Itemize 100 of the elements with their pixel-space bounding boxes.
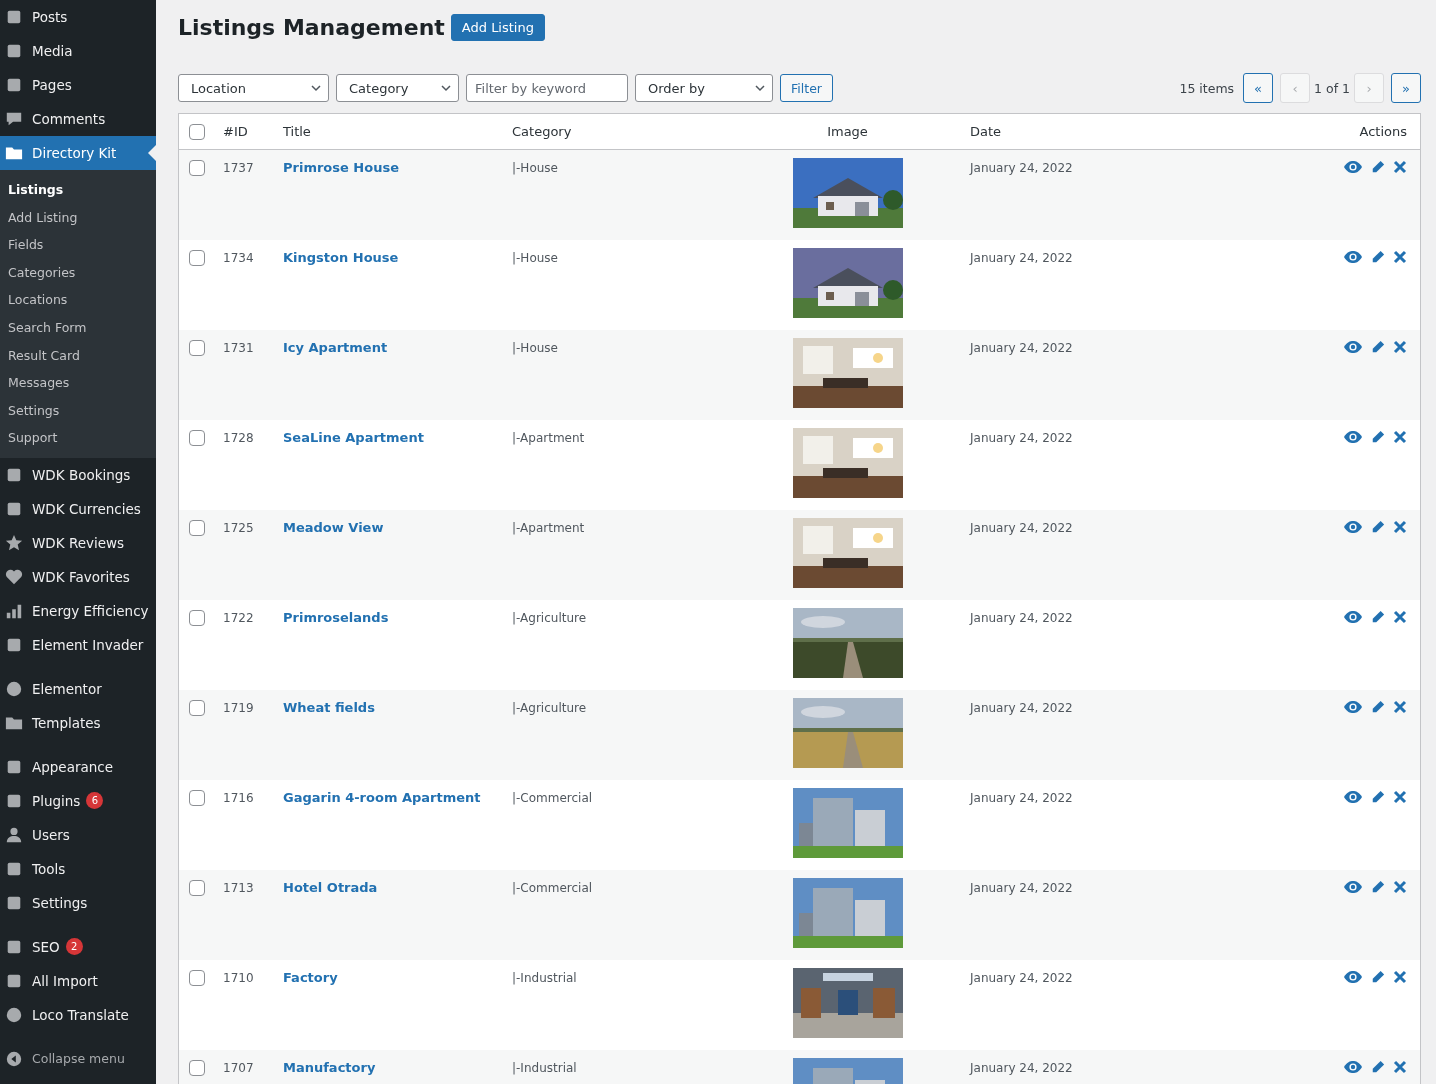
view-icon[interactable] bbox=[1343, 430, 1363, 444]
row-checkbox[interactable] bbox=[189, 250, 205, 266]
submenu-item[interactable]: Settings bbox=[0, 396, 156, 425]
delete-icon[interactable] bbox=[1393, 520, 1407, 534]
submenu-item[interactable]: Categories bbox=[0, 258, 156, 287]
page-button[interactable]: « bbox=[1243, 73, 1274, 103]
menu-item[interactable]: Posts bbox=[0, 0, 156, 34]
delete-icon[interactable] bbox=[1393, 430, 1407, 444]
delete-icon[interactable] bbox=[1393, 1060, 1407, 1074]
table-cell: 1725 bbox=[223, 521, 254, 535]
submenu-item[interactable]: Support bbox=[0, 424, 156, 452]
edit-icon[interactable] bbox=[1371, 790, 1385, 804]
menu-item[interactable]: WDK Currencies bbox=[0, 491, 156, 526]
menu-item[interactable]: WDK Bookings bbox=[0, 457, 156, 492]
listing-title-link[interactable]: Manufactory bbox=[283, 1060, 376, 1075]
menu-item[interactable]: SEO 2 bbox=[0, 919, 156, 964]
view-icon[interactable] bbox=[1343, 160, 1363, 174]
row-checkbox[interactable] bbox=[189, 610, 205, 626]
edit-icon[interactable] bbox=[1371, 250, 1385, 264]
row-checkbox[interactable] bbox=[189, 880, 205, 896]
delete-icon[interactable] bbox=[1393, 970, 1407, 984]
submenu-item[interactable]: Add Listing bbox=[0, 203, 156, 232]
row-checkbox[interactable] bbox=[189, 970, 205, 986]
edit-icon[interactable] bbox=[1371, 430, 1385, 444]
view-icon[interactable] bbox=[1343, 880, 1363, 894]
listing-title-link[interactable]: SeaLine Apartment bbox=[283, 430, 424, 445]
row-checkbox[interactable] bbox=[189, 700, 205, 716]
notification-count: 2 bbox=[65, 938, 83, 956]
view-icon[interactable] bbox=[1343, 790, 1363, 804]
submenu-item[interactable]: Search Form bbox=[0, 313, 156, 342]
edit-icon[interactable] bbox=[1371, 160, 1385, 174]
listing-title-link[interactable]: Hotel Otrada bbox=[283, 880, 378, 895]
listing-title-link[interactable]: Factory bbox=[283, 970, 338, 985]
row-checkbox[interactable] bbox=[189, 340, 205, 356]
location-select[interactable]: Location bbox=[178, 74, 329, 102]
edit-icon[interactable] bbox=[1371, 970, 1385, 984]
submenu-item[interactable]: Locations bbox=[0, 286, 156, 314]
listing-title-link[interactable]: Primrose House bbox=[283, 160, 399, 175]
menu-item[interactable]: Tools bbox=[0, 851, 156, 886]
menu-item[interactable]: Media bbox=[0, 34, 156, 68]
listing-title-link[interactable]: Wheat fields bbox=[283, 700, 375, 715]
delete-icon[interactable] bbox=[1393, 700, 1407, 714]
menu-item[interactable]: WDK Favorites bbox=[0, 559, 156, 594]
menu-item[interactable]: Energy Efficiency bbox=[0, 593, 156, 628]
add-listing-button[interactable]: Add Listing bbox=[450, 14, 545, 41]
delete-icon[interactable] bbox=[1393, 250, 1407, 264]
view-icon[interactable] bbox=[1343, 1060, 1363, 1074]
menu-item[interactable]: Plugins 6 bbox=[0, 783, 156, 818]
edit-icon[interactable] bbox=[1371, 520, 1385, 534]
menu-item[interactable]: Templates bbox=[0, 705, 156, 740]
submenu-item[interactable]: Result Card bbox=[0, 341, 156, 370]
menu-item[interactable]: Settings bbox=[0, 885, 156, 920]
select-all-checkbox[interactable] bbox=[189, 123, 205, 140]
order-select[interactable]: Order by bbox=[635, 74, 773, 102]
listing-title-link[interactable]: Icy Apartment bbox=[283, 340, 388, 355]
menu-item[interactable]: Loco Translate bbox=[0, 997, 156, 1032]
chevron-icon bbox=[310, 82, 322, 94]
submenu-item[interactable]: Fields bbox=[0, 231, 156, 259]
table-cell: |-Agriculture bbox=[512, 611, 587, 625]
submenu-item[interactable]: Messages bbox=[0, 369, 156, 397]
delete-icon[interactable] bbox=[1393, 610, 1407, 624]
keyword-field[interactable]: Filter by keyword bbox=[466, 74, 628, 102]
view-icon[interactable] bbox=[1343, 700, 1363, 714]
menu-item[interactable]: Users bbox=[0, 817, 156, 852]
submenu-item[interactable]: Listings bbox=[0, 176, 156, 204]
edit-icon[interactable] bbox=[1371, 880, 1385, 894]
listing-title-link[interactable]: Kingston House bbox=[283, 250, 399, 265]
edit-icon[interactable] bbox=[1371, 340, 1385, 354]
menu-item[interactable]: Elementor bbox=[0, 661, 156, 706]
menu-item[interactable]: Pages bbox=[0, 68, 156, 102]
row-checkbox[interactable] bbox=[189, 430, 205, 446]
edit-icon[interactable] bbox=[1371, 700, 1385, 714]
menu-item[interactable]: Directory Kit bbox=[0, 136, 156, 170]
listing-title-link[interactable]: Meadow View bbox=[283, 520, 384, 535]
view-icon[interactable] bbox=[1343, 610, 1363, 624]
edit-icon[interactable] bbox=[1371, 1060, 1385, 1074]
category-select[interactable]: Category bbox=[336, 74, 459, 102]
delete-icon[interactable] bbox=[1393, 790, 1407, 804]
row-checkbox[interactable] bbox=[189, 160, 205, 176]
menu-item[interactable]: All Import bbox=[0, 963, 156, 998]
view-icon[interactable] bbox=[1343, 250, 1363, 264]
collapse-menu-button[interactable]: Collapse menu bbox=[0, 1031, 156, 1076]
menu-item[interactable]: Comments bbox=[0, 102, 156, 136]
delete-icon[interactable] bbox=[1393, 880, 1407, 894]
page-button[interactable]: » bbox=[1391, 73, 1421, 103]
menu-item[interactable]: Appearance bbox=[0, 739, 156, 784]
filter-button[interactable]: Filter bbox=[780, 74, 833, 102]
view-icon[interactable] bbox=[1343, 970, 1363, 984]
row-checkbox[interactable] bbox=[189, 790, 205, 806]
view-icon[interactable] bbox=[1343, 340, 1363, 354]
delete-icon[interactable] bbox=[1393, 340, 1407, 354]
listing-title-link[interactable]: Primroselands bbox=[283, 610, 389, 625]
menu-item[interactable]: Element Invader bbox=[0, 627, 156, 662]
row-checkbox[interactable] bbox=[189, 1060, 205, 1076]
edit-icon[interactable] bbox=[1371, 610, 1385, 624]
menu-item[interactable]: WDK Reviews bbox=[0, 525, 156, 560]
row-checkbox[interactable] bbox=[189, 520, 205, 536]
view-icon[interactable] bbox=[1343, 520, 1363, 534]
delete-icon[interactable] bbox=[1393, 160, 1407, 174]
listing-title-link[interactable]: Gagarin 4-room Apartment bbox=[283, 790, 481, 805]
